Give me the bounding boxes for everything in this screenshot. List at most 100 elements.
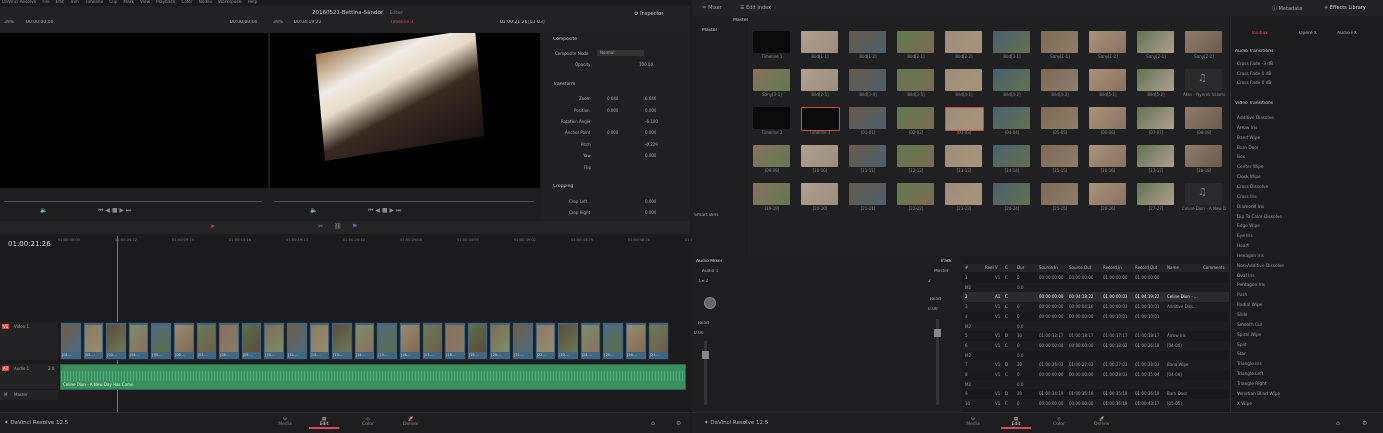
cropping-header[interactable]: Cropping [553,184,573,189]
video-clip[interactable]: [08-... [218,322,240,360]
source-audio-icon[interactable]: 🔈 [40,207,47,214]
edit-index-row[interactable]: M2 0.0 [963,350,1229,361]
media-pool-clip[interactable] [849,145,886,167]
media-pool-clip[interactable] [1041,145,1078,167]
media-pool-clip[interactable] [1089,107,1126,129]
opacity-value[interactable]: 100.00 [639,62,653,67]
video-transition-item[interactable]: Eye Iris [1237,234,1253,239]
media-pool-clip[interactable] [897,69,934,91]
video-clip[interactable]: [18-... [444,322,466,360]
effects-library-tab[interactable]: ✧ Effects Library [1324,5,1366,11]
media-pool-clip[interactable] [801,31,838,53]
edit-index-column-header[interactable]: V [995,265,998,270]
video-clip[interactable]: [16-... [399,322,421,360]
media-pool-clip[interactable] [993,183,1030,205]
page-media-right[interactable]: ⛁ Media [958,417,988,427]
media-pool-clip[interactable] [1137,31,1174,53]
video-transition-item[interactable]: Clock Wipe [1237,175,1261,180]
video-clip[interactable]: [04-... [127,322,150,360]
timeline-audio-icon[interactable]: 🔈 [310,207,317,214]
zoom-x[interactable]: 0.640 [607,96,618,101]
video-clip[interactable]: [21-... [512,322,534,360]
video-transition-item[interactable]: Arrow Iris [1237,126,1257,131]
video-clip[interactable]: [12-... [308,322,331,360]
timeline-play-controls-icon[interactable]: ⏮ ◀ ■ ▶ ⏭ [368,207,401,215]
crop-left-value[interactable]: 0.000 [645,199,656,204]
timeline-viewer[interactable] [270,33,540,188]
crop-right-value[interactable]: 0.000 [645,210,656,215]
video-transition-item[interactable]: Smooth Cut [1237,323,1262,328]
page-deliver-right[interactable]: 🚀 Deliver [1087,417,1117,427]
link-icon[interactable]: ⛓ [334,223,342,230]
edit-index-column-header[interactable]: Source Out [1069,265,1091,270]
media-pool-clip[interactable] [849,107,886,129]
media-pool-clip[interactable] [897,183,934,205]
mixer-master-fader[interactable] [934,319,941,405]
audio-transition-item[interactable]: Cross Fade 0 dB [1237,81,1271,86]
mixer-pan-knob[interactable] [704,297,716,309]
page-color-left[interactable]: ◎ Color [353,417,383,427]
video-transition-item[interactable]: Radial Wipe [1237,303,1262,308]
media-pool-clip[interactable] [1041,69,1078,91]
mixer-track-dropdown[interactable]: Track [940,259,952,264]
edit-index-column-header[interactable]: Dur [1017,265,1024,270]
edit-index-column-header[interactable]: Record In [1103,265,1122,270]
video-transition-item[interactable]: Dip To Color Dissolve [1237,215,1282,220]
edit-index-column-header[interactable]: # [965,265,968,270]
timeline-zoom[interactable]: 39% [273,20,283,25]
media-pool-clip[interactable] [753,107,790,129]
video-transition-item[interactable]: Venetian Blind Wipe [1237,392,1280,397]
video-transition-item[interactable]: Non-Additive Dissolve [1237,264,1284,269]
media-pool-clip[interactable] [801,107,840,131]
video-transition-item[interactable]: Edge Wipe [1237,224,1260,229]
page-edit-left[interactable]: ▤ Edit [309,417,339,429]
mixer-channel-mode[interactable]: Read [698,321,709,326]
video-transition-item[interactable]: Spiral Wipe [1237,333,1261,338]
media-pool-clip[interactable] [945,183,982,205]
video-transition-item[interactable]: Push [1237,293,1247,298]
video-transition-item[interactable]: Box [1237,155,1245,160]
media-pool-clip[interactable] [993,31,1030,53]
bin-master[interactable]: Master [702,28,717,33]
mixer-master-value[interactable]: 2 [928,279,931,284]
zoom-y[interactable]: 0.640 [645,96,656,101]
settings-icon-right[interactable]: ⚙ [1362,420,1367,427]
transform-header[interactable]: Transform [553,82,575,87]
composite-mode-select[interactable]: Normal [597,50,644,56]
selection-tool-icon[interactable]: ➤ [210,223,215,230]
timeline-ruler[interactable]: 01:00:00:00 01:00:04:22 01:00:09:19 01:00:1… [58,238,707,246]
source-play-controls-icon[interactable]: ⏮ ◀ ■ ▶ ⏭ [98,207,131,215]
video-clip[interactable]: [14-... [353,322,376,360]
video-clip[interactable]: [06-... [173,322,195,360]
media-pool-clip[interactable] [753,183,790,205]
video-transition-item[interactable]: Triangle Left [1237,372,1263,377]
media-pool-clip[interactable] [1089,31,1126,53]
video-transition-item[interactable]: Center Wipe [1237,165,1264,170]
audio-transition-item[interactable]: Cross Fade 0 dB [1237,72,1271,77]
source-zoom[interactable]: 39% [4,20,14,25]
media-pool-clip[interactable] [945,107,984,131]
video-transition-item[interactable]: Heart [1237,244,1249,249]
media-pool-clip[interactable] [1089,69,1126,91]
video-clip[interactable]: [09-... [240,322,263,360]
video-clip[interactable]: [11-... [286,322,308,360]
media-pool-clip[interactable]: ♫ [1185,69,1222,91]
source-viewer[interactable] [0,33,268,188]
video-clip[interactable]: [20-... [489,322,511,360]
video-transition-item[interactable]: Split [1237,343,1247,348]
openfx-tab[interactable]: OpenFX [1299,31,1317,36]
edit-index-row[interactable]: 2 A1 C 00:00:00:00 00:04:18:22 01:00:00:03 01:… [963,292,1229,303]
video-clip[interactable]: [07-... [195,322,218,360]
edit-index-row[interactable]: 6 V1 C 0 00:00:00:00 00:00:00:00 01:00:18:02 01… [963,340,1229,351]
media-pool-clip[interactable] [753,31,790,53]
video-clip[interactable]: [13-... [331,322,353,360]
media-pool-clip[interactable] [801,183,838,205]
media-pool-clip[interactable] [945,31,982,53]
video-transition-item[interactable]: Triangle Iris [1237,362,1262,367]
edit-index-column-header[interactable]: Record Out [1135,265,1157,270]
video-transition-item[interactable]: Cross Dissolve [1237,185,1268,190]
video-transition-item[interactable]: Pentagon Iris [1237,283,1265,288]
edit-index-row[interactable]: 3 V1 C 0 00:00:00:00 00:00:04:16 01:00:00:03 01… [963,302,1229,312]
media-pool-clip[interactable] [849,183,886,205]
source-scrubber[interactable] [4,201,262,202]
